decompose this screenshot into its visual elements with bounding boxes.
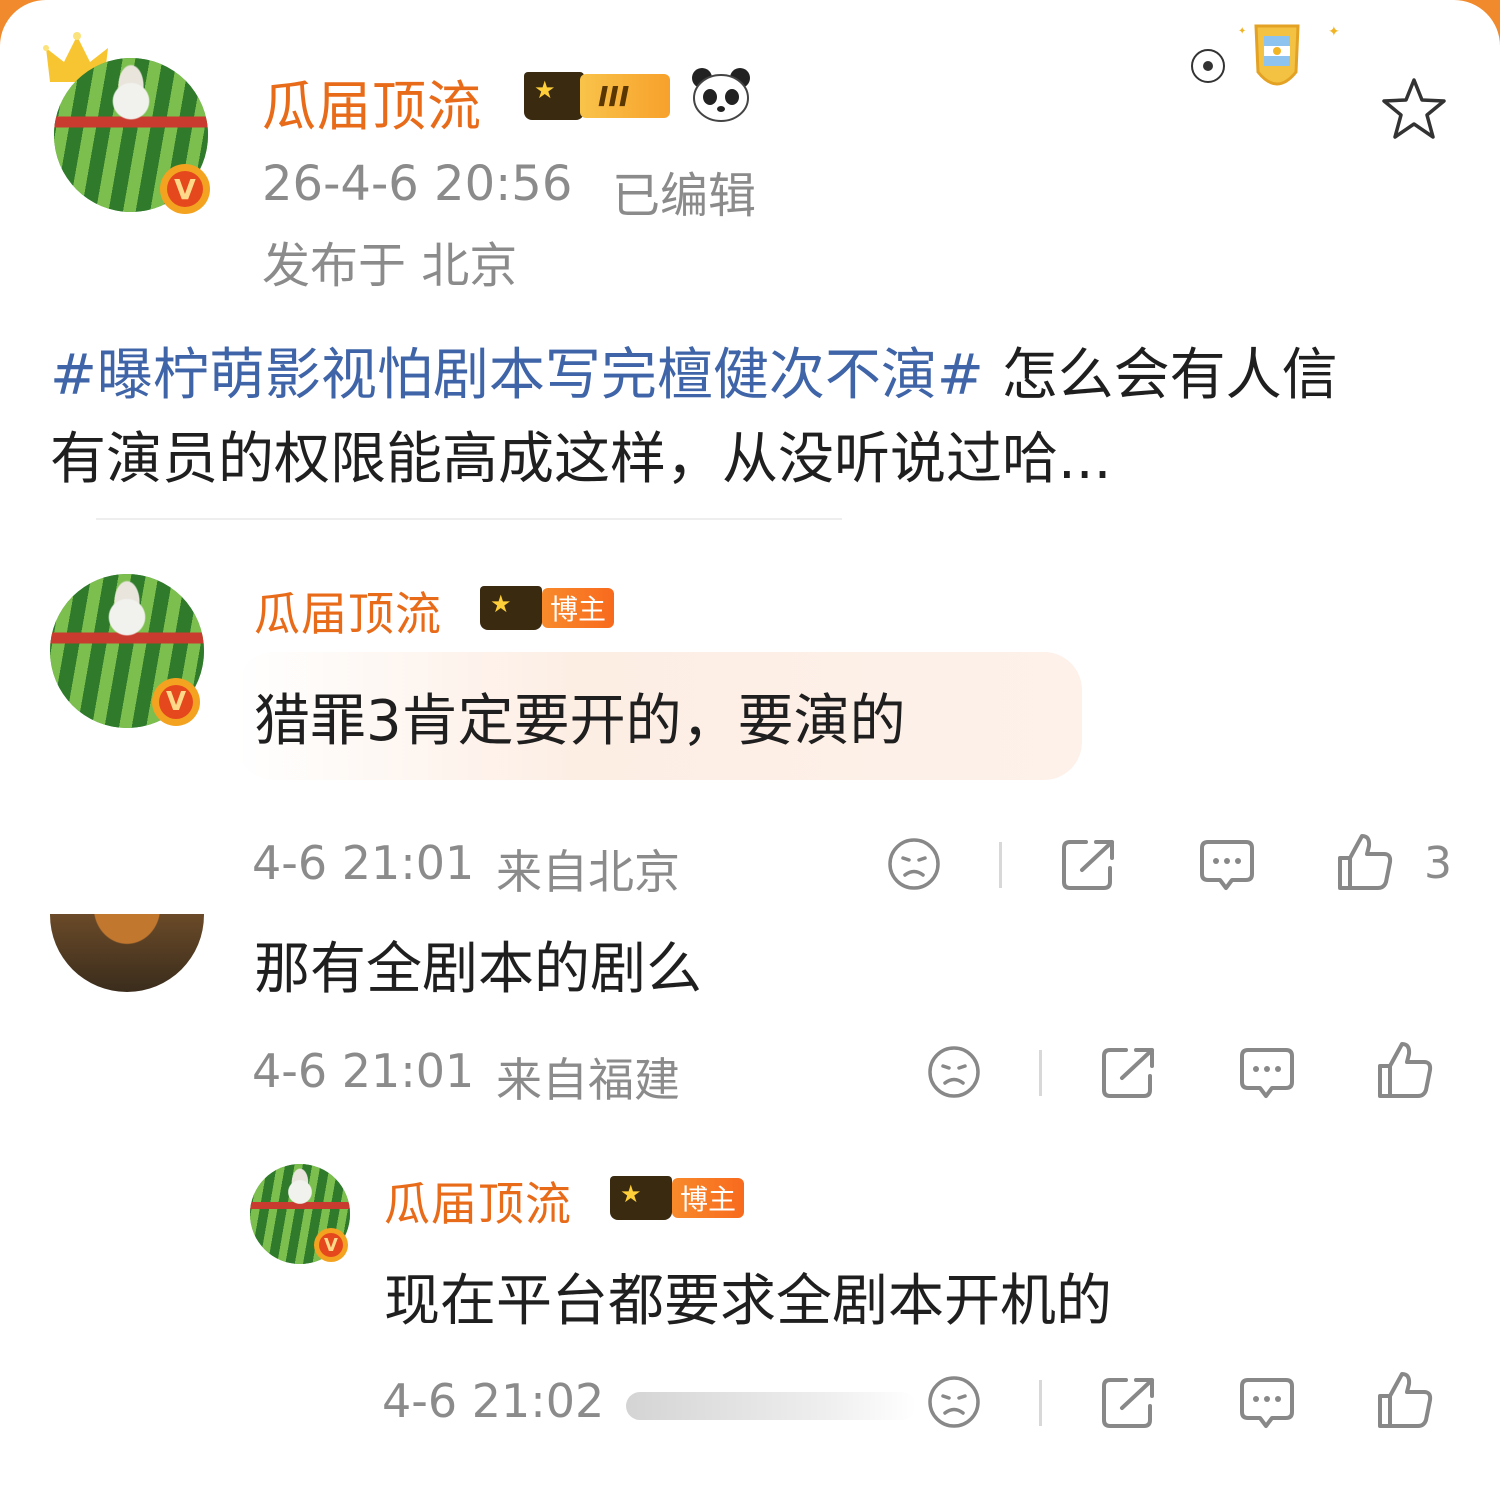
level-badge: 博主 [480,582,620,634]
post-body-line2: 有演员的权限能高成这样，从没听说过哈... [50,427,1112,492]
blogger-tag: 博主 [679,1183,736,1216]
reply-icon[interactable] [1198,836,1256,894]
reply-time: 4-6 21:01 [252,1044,475,1098]
divider [96,518,842,520]
share-icon[interactable] [1100,1044,1158,1100]
action-separator [999,842,1002,888]
comment-source: 来自北京 [496,845,680,899]
topic-link[interactable]: #曝柠萌影视怕剧本写完檀健次不演# [50,343,984,408]
level-badge-text: III [598,79,630,113]
reply-icon[interactable] [1238,1374,1296,1432]
svg-text:✦: ✦ [1328,24,1340,40]
post-location: 发布于 北京 [262,238,518,294]
dislike-icon[interactable] [886,836,942,892]
verified-badge: V [152,678,200,726]
blogger-tag: 博主 [549,593,606,626]
level-badge: 博主 [610,1172,750,1224]
like-icon[interactable] [1376,1040,1434,1100]
action-separator [1039,1050,1042,1096]
like-icon[interactable] [1376,1370,1434,1430]
action-separator [1039,1380,1042,1426]
author-name[interactable]: 瓜届顶流 [262,62,482,141]
nested-reply-time: 4-6 21:02 [382,1374,605,1428]
verified-badge: V [160,164,210,214]
reply-text: 那有全剧本的剧么 [254,937,702,1002]
svg-text:✦: ✦ [1238,26,1246,37]
reply-icon[interactable] [1238,1044,1296,1102]
reply-source: 来自福建 [496,1053,680,1107]
post-time: 26-4-6 20:56 [262,156,573,212]
comment-text: 猎罪3肯定要开的，要演的 [254,689,906,754]
football-badge-icon: ✦ ✦ [1186,14,1350,114]
favorite-star-icon[interactable] [1380,76,1448,142]
like-count: 3 [1424,838,1452,889]
blurred-source [626,1392,916,1420]
verified-badge: V [314,1228,348,1262]
share-icon[interactable] [1100,1374,1158,1430]
share-icon[interactable] [1060,836,1118,892]
dislike-icon[interactable] [926,1374,982,1430]
panda-icon [690,66,752,124]
nested-reply-text: 现在平台都要求全剧本开机的 [384,1269,1112,1334]
comment-time: 4-6 21:01 [252,836,475,890]
edited-label[interactable]: 已编辑 [612,156,756,226]
like-icon[interactable] [1336,832,1394,892]
nested-reply-author[interactable]: 瓜届顶流 [384,1168,572,1234]
commenter-avatar[interactable] [50,914,204,992]
level-badge: III [524,66,674,122]
dislike-icon[interactable] [926,1044,982,1100]
post-body-line1: #曝柠萌影视怕剧本写完檀健次不演# 怎么会有人信 [50,330,1338,411]
post-body-text1: 怎么会有人信 [1001,343,1338,408]
post-card: V 瓜届顶流 III 26-4-6 20:56 已编辑 发布于 北京 ✦ [0,0,1500,1500]
comment-author-name[interactable]: 瓜届顶流 [254,578,442,644]
